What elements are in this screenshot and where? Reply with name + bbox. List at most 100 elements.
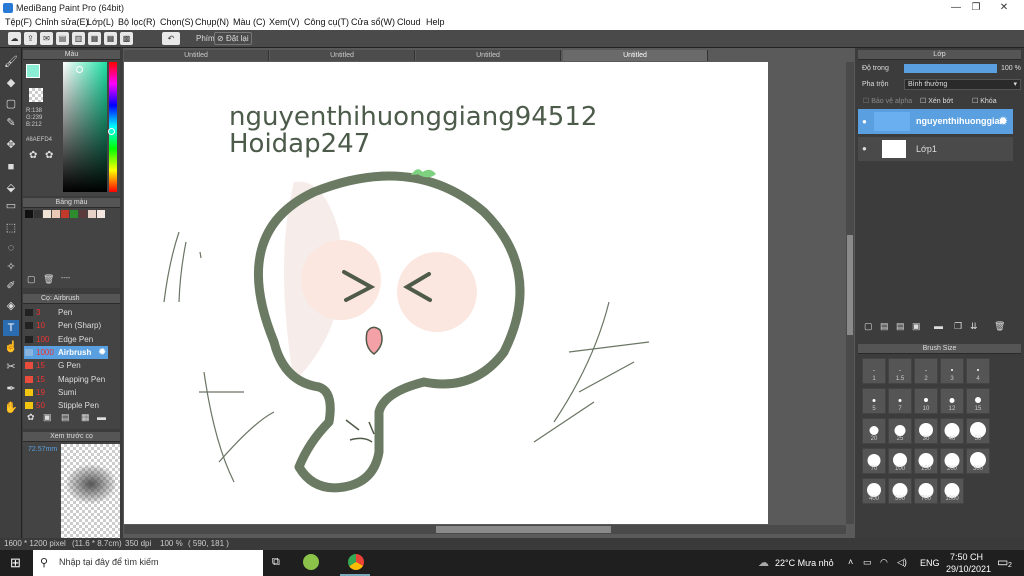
swatch[interactable]	[70, 210, 78, 218]
foreground-color[interactable]	[26, 64, 40, 78]
layout-icon[interactable]: ▦	[104, 32, 117, 45]
windows-start-icon[interactable]: ⊞	[10, 555, 21, 571]
swatch[interactable]	[43, 210, 51, 218]
layer-row-selected[interactable]: ● nguyenthihuonggiang94512 ✹	[858, 109, 1013, 134]
palette-icon[interactable]: ✿	[29, 150, 37, 161]
notification-icon[interactable]: ▭	[997, 555, 1008, 569]
weather-text[interactable]: 22°C Mưa nhỏ	[775, 558, 834, 568]
brush-settings-gear-icon[interactable]: ✹	[98, 346, 106, 359]
vertical-scroll-thumb[interactable]	[847, 235, 853, 335]
hue-slider[interactable]	[109, 62, 117, 192]
cloud-icon[interactable]: ☁	[8, 32, 21, 45]
blend-select[interactable]: Bình thường ▾	[904, 79, 1021, 90]
pen-tool-icon[interactable]: ✎	[3, 115, 19, 131]
menu-filter[interactable]: Bộ lọc(R)	[118, 17, 156, 27]
clock-time[interactable]: 7:50 CH	[950, 552, 983, 562]
tab-untitled-2[interactable]: Untitled	[270, 50, 415, 61]
delete-palette-icon[interactable]: 🗑	[43, 274, 54, 285]
menu-help[interactable]: Help	[426, 17, 445, 27]
taskbar-search[interactable]: ⚲ Nhập tại đây để tìm kiếm	[33, 550, 263, 576]
brush-size-cell[interactable]: 30	[914, 418, 938, 444]
comment-icon[interactable]: ✉	[40, 32, 53, 45]
transparent-color[interactable]	[29, 88, 43, 102]
protect-alpha-checkbox[interactable]: ☐ Bảo vệ alpha	[863, 97, 912, 105]
brush-size-cell[interactable]: 25	[888, 418, 912, 444]
tray-chevron-icon[interactable]: ˄	[848, 557, 853, 567]
minimize-icon[interactable]: —	[950, 2, 962, 14]
folder-icon[interactable]: ▬	[934, 321, 943, 331]
layer-settings-gear-icon[interactable]: ✹	[998, 114, 1008, 128]
opacity-slider[interactable]	[904, 64, 997, 73]
swatch[interactable]	[97, 210, 105, 218]
export-icon[interactable]: ⇪	[24, 32, 37, 45]
menu-color[interactable]: Màu (C)	[233, 17, 266, 27]
brush-item[interactable]: 3 Pen	[24, 306, 108, 319]
grid-icon[interactable]: ▦	[88, 32, 101, 45]
move-tool-icon[interactable]: ✥	[3, 137, 19, 153]
horizontal-scrollbar[interactable]	[124, 525, 846, 534]
brush-size-cell[interactable]: 20	[862, 418, 886, 444]
merge-layer-icon[interactable]: ⇊	[970, 321, 978, 332]
grid-settings-icon[interactable]: ▩	[120, 32, 133, 45]
new-layer-icon[interactable]: ▢	[864, 321, 873, 332]
brush-size-cell[interactable]: 200	[940, 448, 964, 474]
brush-add-icon[interactable]: ✿	[27, 412, 35, 423]
brush-size-cell[interactable]: 500	[888, 478, 912, 504]
menu-select[interactable]: Chọn(S)	[160, 17, 194, 27]
brush-size-cell[interactable]: 7	[888, 388, 912, 414]
brush-size-cell[interactable]: 5	[862, 388, 886, 414]
brush-item[interactable]: 15 Mapping Pen	[24, 373, 108, 386]
brush-size-cell[interactable]: 1000	[940, 478, 964, 504]
dot-tool-icon[interactable]: ▢	[3, 96, 19, 112]
chrome-icon[interactable]	[348, 554, 364, 570]
brush-tool-icon[interactable]: 🖌	[3, 54, 19, 70]
shape-tool-icon[interactable]: ■	[3, 159, 19, 175]
duplicate-layer-icon[interactable]: ❐	[954, 321, 962, 332]
brush-item[interactable]: 10 Pen (Sharp)	[24, 319, 108, 332]
tab-untitled-4[interactable]: Untitled	[563, 50, 708, 61]
swatch[interactable]	[61, 210, 69, 218]
menu-layer[interactable]: Lớp(L)	[87, 17, 114, 27]
brush-size-cell[interactable]: 150	[914, 448, 938, 474]
undo-icon[interactable]: ↶	[162, 32, 180, 45]
brush-item[interactable]: 15 G Pen	[24, 359, 108, 372]
reset-button[interactable]: ⊘ Đặt lại	[214, 32, 252, 45]
clip-checkbox[interactable]: ☐ Xén bớt	[920, 97, 953, 105]
swatch[interactable]	[88, 210, 96, 218]
swatch[interactable]	[34, 210, 42, 218]
brush-menu-icon[interactable]: ▤	[61, 412, 70, 423]
brush-size-cell[interactable]: 1	[862, 358, 886, 384]
brush-size-cell[interactable]: 1.5	[888, 358, 912, 384]
new-8bit-layer-icon[interactable]: ▤	[896, 321, 905, 332]
brush-copy-icon[interactable]: ▦	[81, 412, 90, 423]
language[interactable]: ENG	[920, 558, 940, 568]
vertical-scrollbar[interactable]	[846, 62, 854, 524]
clock-date[interactable]: 29/10/2021	[946, 564, 991, 574]
brush-size-cell[interactable]: 70	[862, 448, 886, 474]
saturation-value-picker[interactable]	[63, 62, 107, 192]
menu-cloud[interactable]: Cloud	[397, 17, 421, 27]
brush-item[interactable]: 1000 Airbrush ✹	[24, 345, 108, 359]
add-layer-menu-icon[interactable]: ▣	[912, 321, 921, 332]
brush-new-icon[interactable]: ▣	[43, 412, 52, 423]
lock-checkbox[interactable]: ☐ Khóa	[972, 97, 997, 105]
brush-size-cell[interactable]: 700	[914, 478, 938, 504]
menu-tools[interactable]: Công cụ(T)	[304, 17, 349, 27]
brush-item[interactable]: 19 Sumi	[24, 386, 108, 399]
sv-picker-handle[interactable]	[76, 66, 83, 73]
layer-row[interactable]: ● Lớp1	[858, 137, 1013, 161]
swatch[interactable]	[25, 210, 33, 218]
menu-window[interactable]: Cửa sổ(W)	[351, 17, 395, 27]
brush-size-cell[interactable]: 3	[940, 358, 964, 384]
wifi-icon[interactable]: ◠	[880, 557, 888, 568]
brush-size-cell[interactable]: 10	[914, 388, 938, 414]
canvas[interactable]: nguyenthihuonggiang94512 Hoidap247	[124, 62, 768, 524]
page-icon[interactable]: ▤	[56, 32, 69, 45]
swatch[interactable]	[79, 210, 87, 218]
tab-untitled-1[interactable]: Untitled	[124, 50, 269, 61]
select-pen-icon[interactable]: ✐	[3, 278, 19, 294]
brush-item[interactable]: 100 Edge Pen	[24, 333, 108, 346]
palette-add-icon[interactable]: ✿	[45, 150, 53, 161]
gradient-tool-icon[interactable]: ▭	[3, 198, 19, 214]
fill-tool-icon[interactable]: ⬙	[3, 180, 19, 196]
